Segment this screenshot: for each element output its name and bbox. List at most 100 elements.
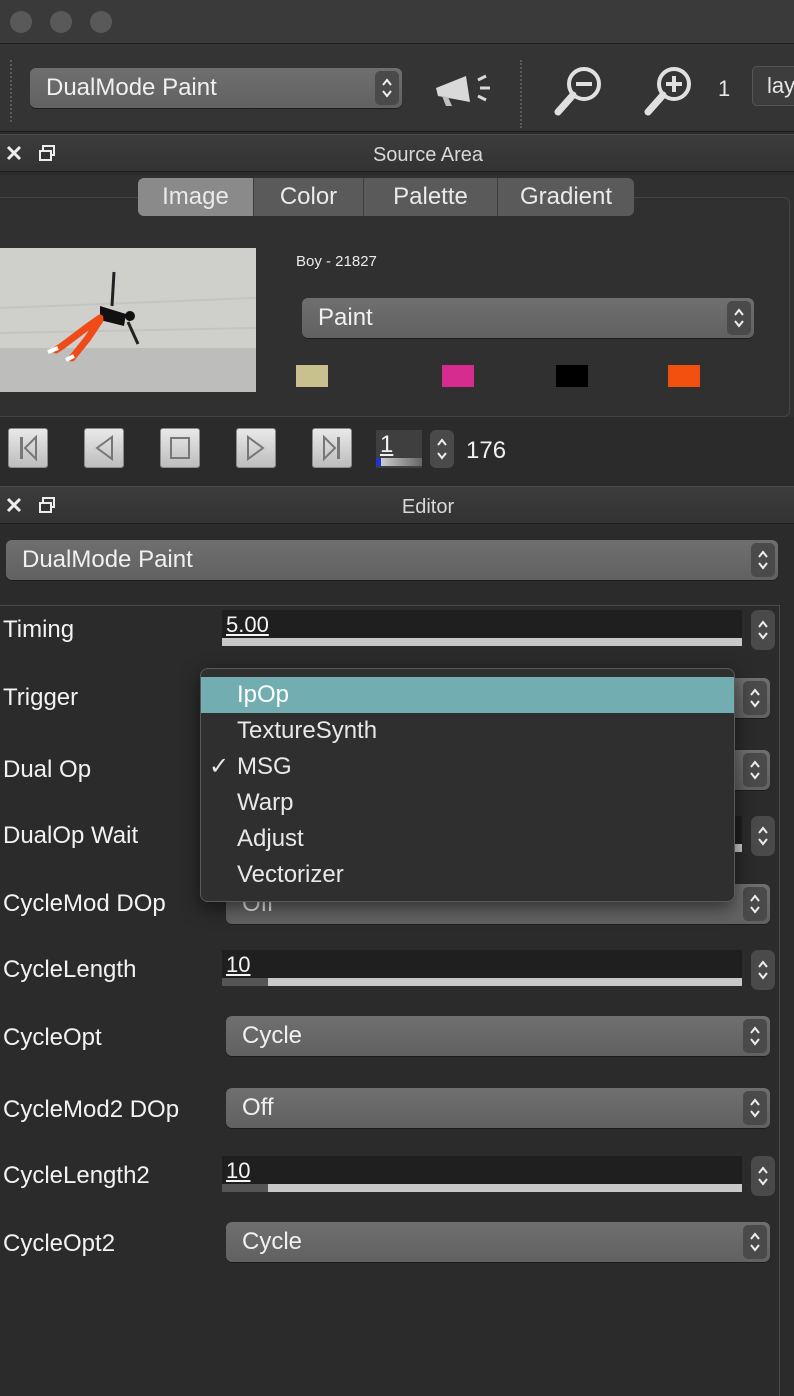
skip-back-icon — [20, 434, 37, 462]
chevron-updown-icon — [758, 826, 768, 846]
timing-input[interactable]: 5.00 — [222, 610, 742, 646]
source-image-thumbnail[interactable] — [0, 248, 256, 392]
tab-image[interactable]: Image — [138, 178, 254, 216]
menu-item-vectorizer[interactable]: Vectorizer — [201, 857, 734, 893]
cycleopt2-value: Cycle — [242, 1228, 303, 1255]
close-window-button[interactable] — [10, 11, 32, 33]
minimize-window-button[interactable] — [50, 11, 72, 33]
chevron-updown-icon — [743, 681, 767, 715]
preset-select[interactable]: DualMode Paint — [6, 540, 778, 580]
menu-item-label: Adjust — [237, 825, 304, 852]
zoom-window-button[interactable] — [90, 11, 112, 33]
cyclelength2-label: CycleLength2 — [3, 1162, 150, 1189]
menu-item-label: TextureSynth — [237, 717, 378, 744]
chevron-updown-icon — [743, 887, 767, 921]
window-titlebar — [0, 0, 794, 44]
timing-label: Timing — [3, 616, 75, 643]
prev-frame-button[interactable] — [84, 428, 124, 468]
layer-select[interactable]: lay — [752, 66, 794, 106]
chevron-updown-icon — [375, 71, 399, 105]
paint-select[interactable]: Paint — [302, 298, 754, 338]
frame-progress-bar — [376, 458, 422, 466]
menu-item-warp[interactable]: Warp — [201, 785, 734, 821]
chevron-updown-icon — [758, 960, 768, 980]
chevron-updown-icon — [743, 1019, 767, 1053]
next-frame-button[interactable] — [236, 428, 276, 468]
source-image-name: Boy - 21827 — [296, 253, 377, 270]
timing-value: 5.00 — [226, 612, 269, 637]
play-icon — [247, 435, 265, 461]
chevron-updown-icon — [743, 1091, 767, 1125]
paint-select-value: Paint — [318, 304, 373, 331]
stop-icon — [170, 437, 190, 459]
menu-item-adjust[interactable]: Adjust — [201, 821, 734, 857]
dualop-wait-label: DualOp Wait — [3, 822, 139, 849]
cyclemod2-dop-label: CycleMod2 DOp — [3, 1096, 180, 1123]
chevron-updown-icon — [437, 438, 447, 460]
cycleopt2-label: CycleOpt2 — [3, 1230, 116, 1257]
menu-item-label: Warp — [237, 789, 294, 816]
cyclelength-stepper[interactable] — [751, 950, 775, 990]
color-swatch-2[interactable] — [442, 365, 474, 387]
checkmark-icon: ✓ — [209, 753, 230, 780]
cyclemod2-dop-select[interactable]: Off — [226, 1088, 770, 1128]
cycleopt-label: CycleOpt — [3, 1024, 102, 1051]
toolbar-grip — [10, 60, 12, 122]
cyclemod2-dop-value: Off — [242, 1094, 274, 1121]
chevron-updown-icon — [743, 753, 767, 787]
chevron-updown-icon — [743, 1225, 767, 1259]
cyclelength-slider-fill — [222, 978, 268, 986]
cyclelength-label: CycleLength — [3, 956, 137, 983]
cyclelength-input[interactable]: 10 — [222, 950, 742, 986]
color-swatch-4[interactable] — [668, 365, 700, 387]
cyclelength2-value: 10 — [226, 1158, 251, 1183]
chevron-updown-icon — [758, 620, 768, 640]
last-frame-button[interactable] — [312, 428, 352, 468]
color-swatch-1[interactable] — [296, 365, 328, 387]
first-frame-button[interactable] — [8, 428, 48, 468]
megaphone-icon[interactable] — [430, 66, 500, 112]
menu-item-label: Vectorizer — [237, 861, 344, 888]
color-swatch-3[interactable] — [556, 365, 588, 387]
menu-item-label: MSG — [237, 753, 292, 780]
source-tabs: Image Color Palette Gradient — [138, 178, 634, 216]
cyclelength2-stepper[interactable] — [751, 1156, 775, 1196]
timing-stepper[interactable] — [751, 610, 775, 650]
cyclemod-dop-label: CycleMod DOp — [3, 890, 166, 917]
zoom-in-icon[interactable] — [642, 64, 698, 120]
source-area-header: Source Area — [0, 134, 794, 172]
frame-total: 176 — [466, 437, 507, 464]
cycleopt2-select[interactable]: Cycle — [226, 1222, 770, 1262]
menu-item-texturesynth[interactable]: TextureSynth — [201, 713, 734, 749]
trigger-label: Trigger — [3, 684, 79, 711]
chevron-updown-icon — [758, 1166, 768, 1186]
cycleopt-value: Cycle — [242, 1022, 303, 1049]
dual-op-label: Dual Op — [3, 756, 92, 783]
mode-select-value: DualMode Paint — [46, 74, 217, 101]
source-area-title: Source Area — [372, 144, 484, 166]
dualop-wait-stepper[interactable] — [751, 816, 775, 856]
cyclelength2-slider-fill — [222, 1184, 268, 1192]
main-toolbar: DualMode Paint — [0, 44, 794, 132]
chevron-updown-icon — [727, 301, 751, 335]
tab-gradient[interactable]: Gradient — [498, 178, 634, 216]
preset-select-value: DualMode Paint — [22, 546, 193, 573]
menu-item-ipop[interactable]: IpOp — [201, 677, 734, 713]
chevron-updown-icon — [751, 543, 775, 577]
menu-item-msg[interactable]: ✓ MSG — [201, 749, 734, 785]
editor-title: Editor — [401, 496, 455, 518]
mode-select[interactable]: DualMode Paint — [30, 68, 402, 108]
toolbar-separator — [520, 60, 522, 128]
tab-palette[interactable]: Palette — [364, 178, 498, 216]
skip-forward-icon — [323, 434, 340, 462]
frame-stepper[interactable] — [430, 430, 454, 468]
menu-item-label: IpOp — [237, 681, 290, 708]
cyclelength2-input[interactable]: 10 — [222, 1156, 742, 1192]
editor-header: Editor — [0, 486, 794, 524]
play-back-icon — [95, 435, 113, 461]
zoom-out-icon[interactable] — [552, 64, 608, 120]
cycleopt-select[interactable]: Cycle — [226, 1016, 770, 1056]
stop-button[interactable] — [160, 428, 200, 468]
tab-color[interactable]: Color — [254, 178, 364, 216]
dual-op-popup-menu: IpOp TextureSynth ✓ MSG Warp Adjust Vecto… — [200, 668, 735, 902]
